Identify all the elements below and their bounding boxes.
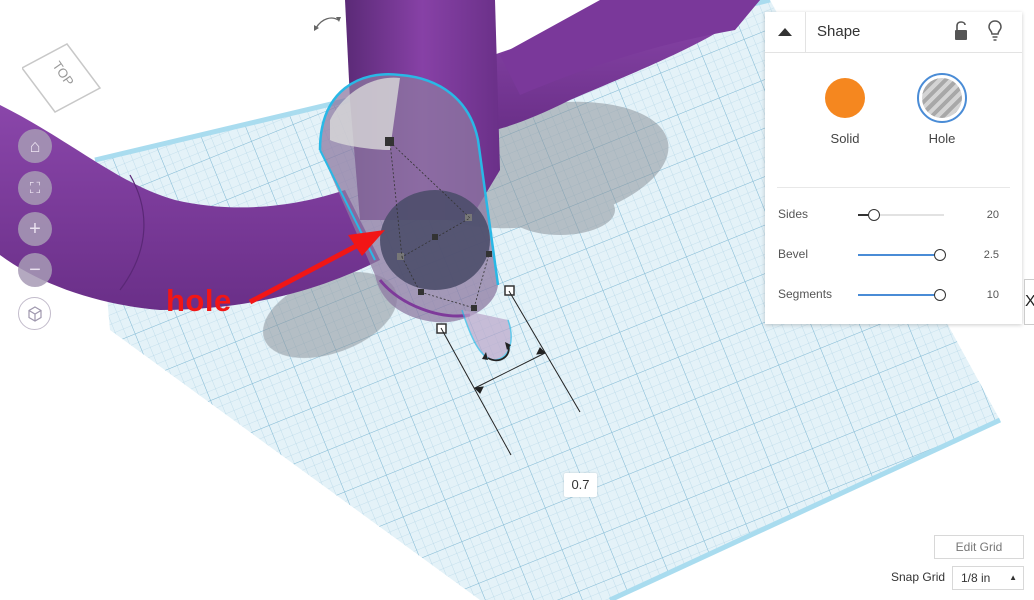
dropdown-caret-icon: ▲ <box>1009 573 1017 582</box>
slider-fill <box>858 254 934 256</box>
collapse-panel-button[interactable] <box>765 12 806 52</box>
annotation-label: hole <box>166 283 232 318</box>
solid-swatch <box>825 78 865 118</box>
hole-swatch <box>922 78 962 118</box>
lightbulb-icon[interactable] <box>987 20 1003 42</box>
dimension-value-input[interactable]: 0.7 <box>564 473 597 497</box>
minus-icon: − <box>29 258 41 281</box>
snap-grid-label: Snap Grid <box>891 570 946 584</box>
snap-grid-select[interactable]: 1/8 in ▲ <box>952 566 1024 590</box>
home-icon: ⌂ <box>29 135 41 156</box>
hole-label: Hole <box>928 131 956 146</box>
property-label-segments: Segments <box>778 287 833 301</box>
slider-knob[interactable] <box>867 209 880 221</box>
property-value-sides[interactable]: 20 <box>987 209 999 221</box>
zoom-out-button[interactable]: − <box>18 253 52 287</box>
property-value-bevel[interactable]: 2.5 <box>984 249 999 261</box>
panel-header: Shape <box>765 12 1022 53</box>
snap-grid-value: 1/8 in <box>961 571 991 585</box>
zoom-in-button[interactable]: + <box>18 212 52 246</box>
edit-grid-button[interactable]: Edit Grid <box>934 535 1024 559</box>
slider-fill <box>858 214 868 216</box>
caret-up-icon <box>778 28 792 36</box>
orbit-icon[interactable] <box>314 17 341 31</box>
plus-icon: + <box>29 217 41 240</box>
slider-knob[interactable] <box>934 249 946 261</box>
shape-inspector-panel: Shape Solid Hole Sides 20 Bevel 2.5 Segments… <box>765 12 1022 324</box>
lock-icon[interactable] <box>953 21 969 41</box>
panel-title: Shape <box>817 23 861 40</box>
slider-sides[interactable] <box>858 208 944 222</box>
cube-icon <box>27 305 42 322</box>
slider-bevel[interactable] <box>858 248 946 262</box>
slider-fill <box>858 294 934 296</box>
property-label-bevel: Bevel <box>778 247 809 261</box>
slider-segments[interactable] <box>858 288 946 302</box>
hole-selected-ring <box>917 73 967 123</box>
fit-view-button[interactable]: ⛶ <box>18 171 52 205</box>
view-cube[interactable]: TOP <box>20 38 102 118</box>
home-view-button[interactable]: ⌂ <box>18 129 52 163</box>
solid-label: Solid <box>830 131 860 146</box>
side-panel-tab[interactable]: X <box>1024 279 1034 325</box>
slider-knob[interactable] <box>934 289 946 301</box>
hole-option[interactable]: Hole <box>907 73 977 146</box>
property-value-segments[interactable]: 10 <box>987 289 999 301</box>
solid-option[interactable]: Solid <box>810 78 880 146</box>
panel-divider <box>777 187 1010 188</box>
perspective-toggle-button[interactable] <box>18 297 51 330</box>
fit-icon: ⛶ <box>29 179 41 197</box>
property-label-sides: Sides <box>778 207 809 221</box>
